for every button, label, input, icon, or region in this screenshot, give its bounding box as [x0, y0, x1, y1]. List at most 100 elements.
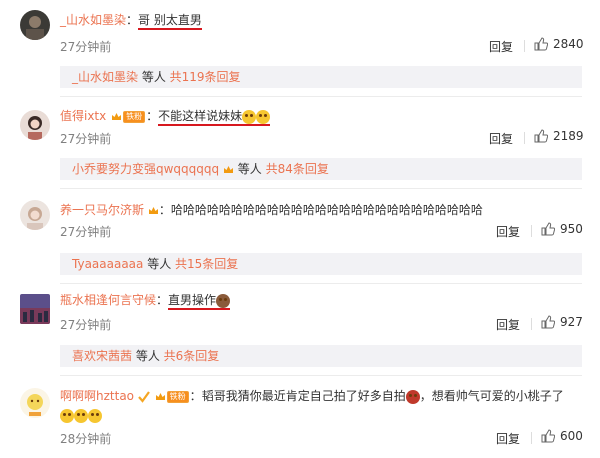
emoji-icon [88, 408, 102, 423]
emoji-icon [216, 293, 231, 308]
reply-button[interactable]: 回复 [496, 430, 520, 447]
sub-reply-mid: 等人 [138, 70, 170, 84]
timestamp: 27分钟前 [60, 132, 112, 146]
username-link[interactable]: 啊啊啊hzttao [60, 389, 134, 403]
verified-check-icon [138, 390, 150, 403]
comment-line: 值得ixtx 铁粉 ：不能这样说妹妹 [60, 108, 271, 126]
avatar[interactable] [20, 200, 50, 230]
like-button[interactable]: 2840 [534, 37, 584, 51]
comment-line: 瓶水相逢何言守候：直男操作 [60, 292, 231, 310]
crown-icon [223, 165, 233, 173]
crown-icon [155, 393, 165, 400]
comment-text-body: 不能这样说妹妹 [158, 109, 243, 123]
thumbs-up-icon [541, 315, 555, 329]
colon: ： [158, 203, 171, 217]
like-count: 927 [560, 315, 583, 329]
sub-reply-count[interactable]: 共15条回复 [175, 257, 238, 271]
avatar[interactable] [20, 294, 50, 324]
like-button[interactable]: 950 [541, 222, 583, 236]
username-link[interactable]: 养一只马尔济斯 [60, 203, 144, 217]
avatar[interactable] [20, 110, 50, 140]
comment-line: _山水如墨染：哥 别太直男 [60, 12, 202, 30]
colon: ： [156, 293, 169, 307]
divider [531, 225, 532, 237]
sub-reply-mid: 等人 [132, 349, 164, 363]
sub-reply-count[interactable]: 共6条回复 [164, 349, 220, 363]
avatar-image [20, 110, 50, 140]
like-count: 600 [560, 429, 583, 443]
separator-line [60, 283, 582, 284]
reply-button[interactable]: 回复 [489, 130, 513, 147]
fan-badge: 铁粉 [111, 109, 146, 125]
crown-icon [112, 113, 122, 120]
thumbs-up-icon [534, 129, 548, 143]
separator-line [60, 96, 582, 97]
timestamp: 27分钟前 [60, 225, 112, 239]
emoji-row [60, 407, 102, 423]
sub-reply-user[interactable]: Tyaaaaaaaa [72, 257, 143, 271]
timestamp: 27分钟前 [60, 40, 112, 54]
like-count: 950 [560, 222, 583, 236]
sub-replies[interactable]: 喜欢宋茜茜 等人 共6条回复 [60, 345, 582, 367]
divider [524, 40, 525, 52]
separator-line [60, 375, 582, 376]
selfie-emoji-icon [405, 389, 420, 404]
sub-reply-count[interactable]: 共84条回复 [266, 162, 329, 176]
avatar-image [20, 10, 50, 40]
avatar-image [20, 388, 50, 418]
fan-badge: 铁粉 [155, 389, 189, 405]
thumbs-up-icon [541, 429, 555, 443]
username-link[interactable]: 瓶水相逢何言守候 [60, 293, 156, 307]
timestamp: 27分钟前 [60, 318, 112, 332]
emoji-icon [242, 109, 257, 124]
comment-text-body: 直男操作 [168, 293, 217, 307]
timestamp: 28分钟前 [60, 432, 112, 446]
colon: ： [146, 109, 159, 123]
comment-line: 啊啊啊hzttao 铁粉 ：韬哥我猜你最近肯定自己拍了好多自拍 ，想看帅气可爱的小… [60, 388, 564, 405]
sub-replies[interactable]: Tyaaaaaaaa 等人 共15条回复 [60, 253, 582, 275]
colon: ： [189, 389, 202, 403]
comment-text: 哥 别太直男 [138, 13, 202, 30]
sub-replies[interactable]: _山水如墨染 等人 共119条回复 [60, 66, 582, 88]
comment-line: 养一只马尔济斯 ：哈哈哈哈哈哈哈哈哈哈哈哈哈哈哈哈哈哈哈哈哈哈哈哈哈哈 [60, 202, 483, 218]
thumbs-up-icon [534, 37, 548, 51]
divider [531, 432, 532, 444]
like-button[interactable]: 600 [541, 429, 583, 443]
emoji-icon [74, 408, 88, 423]
emoji-icon [60, 408, 74, 423]
comment-text: 韬哥我猜你最近肯定自己拍了好多自拍 [201, 389, 406, 403]
comment-text: 直男操作 [168, 293, 231, 310]
sub-reply-user[interactable]: _山水如墨染 [72, 70, 138, 84]
sub-reply-mid: 等人 [233, 162, 266, 176]
like-count: 2840 [553, 37, 584, 51]
divider [531, 318, 532, 330]
reply-button[interactable]: 回复 [489, 38, 513, 55]
username-link[interactable]: _山水如墨染 [60, 13, 126, 27]
reply-button[interactable]: 回复 [496, 316, 520, 333]
reply-button[interactable]: 回复 [496, 223, 520, 240]
sub-reply-count[interactable]: 共119条回复 [170, 70, 241, 84]
comment-text: 哈哈哈哈哈哈哈哈哈哈哈哈哈哈哈哈哈哈哈哈哈哈哈哈哈哈 [170, 203, 483, 217]
avatar-image [20, 294, 50, 324]
sub-reply-mid: 等人 [143, 257, 176, 271]
sub-reply-user[interactable]: 喜欢宋茜茜 [72, 349, 132, 363]
thumbs-up-icon [541, 222, 555, 236]
badge-label: 铁粉 [123, 111, 146, 123]
like-button[interactable]: 927 [541, 315, 583, 329]
crown-icon [148, 206, 158, 214]
badge-label: 铁粉 [166, 391, 189, 403]
like-count: 2189 [553, 129, 584, 143]
comment-text: 不能这样说妹妹 [158, 109, 271, 126]
colon: ： [126, 13, 139, 27]
avatar[interactable] [20, 10, 50, 40]
avatar[interactable] [20, 388, 50, 418]
sub-replies[interactable]: 小乔要努力变强qwqqqqqq 等人 共84条回复 [60, 158, 582, 180]
separator-line [60, 188, 582, 189]
comment-text-continued: ，想看帅气可爱的小桃子了 [419, 389, 564, 403]
username-link[interactable]: 值得ixtx [60, 109, 106, 123]
emoji-icon [256, 109, 271, 124]
avatar-image [20, 200, 50, 230]
divider [524, 132, 525, 144]
like-button[interactable]: 2189 [534, 129, 584, 143]
sub-reply-user[interactable]: 小乔要努力变强qwqqqqqq [72, 162, 219, 176]
